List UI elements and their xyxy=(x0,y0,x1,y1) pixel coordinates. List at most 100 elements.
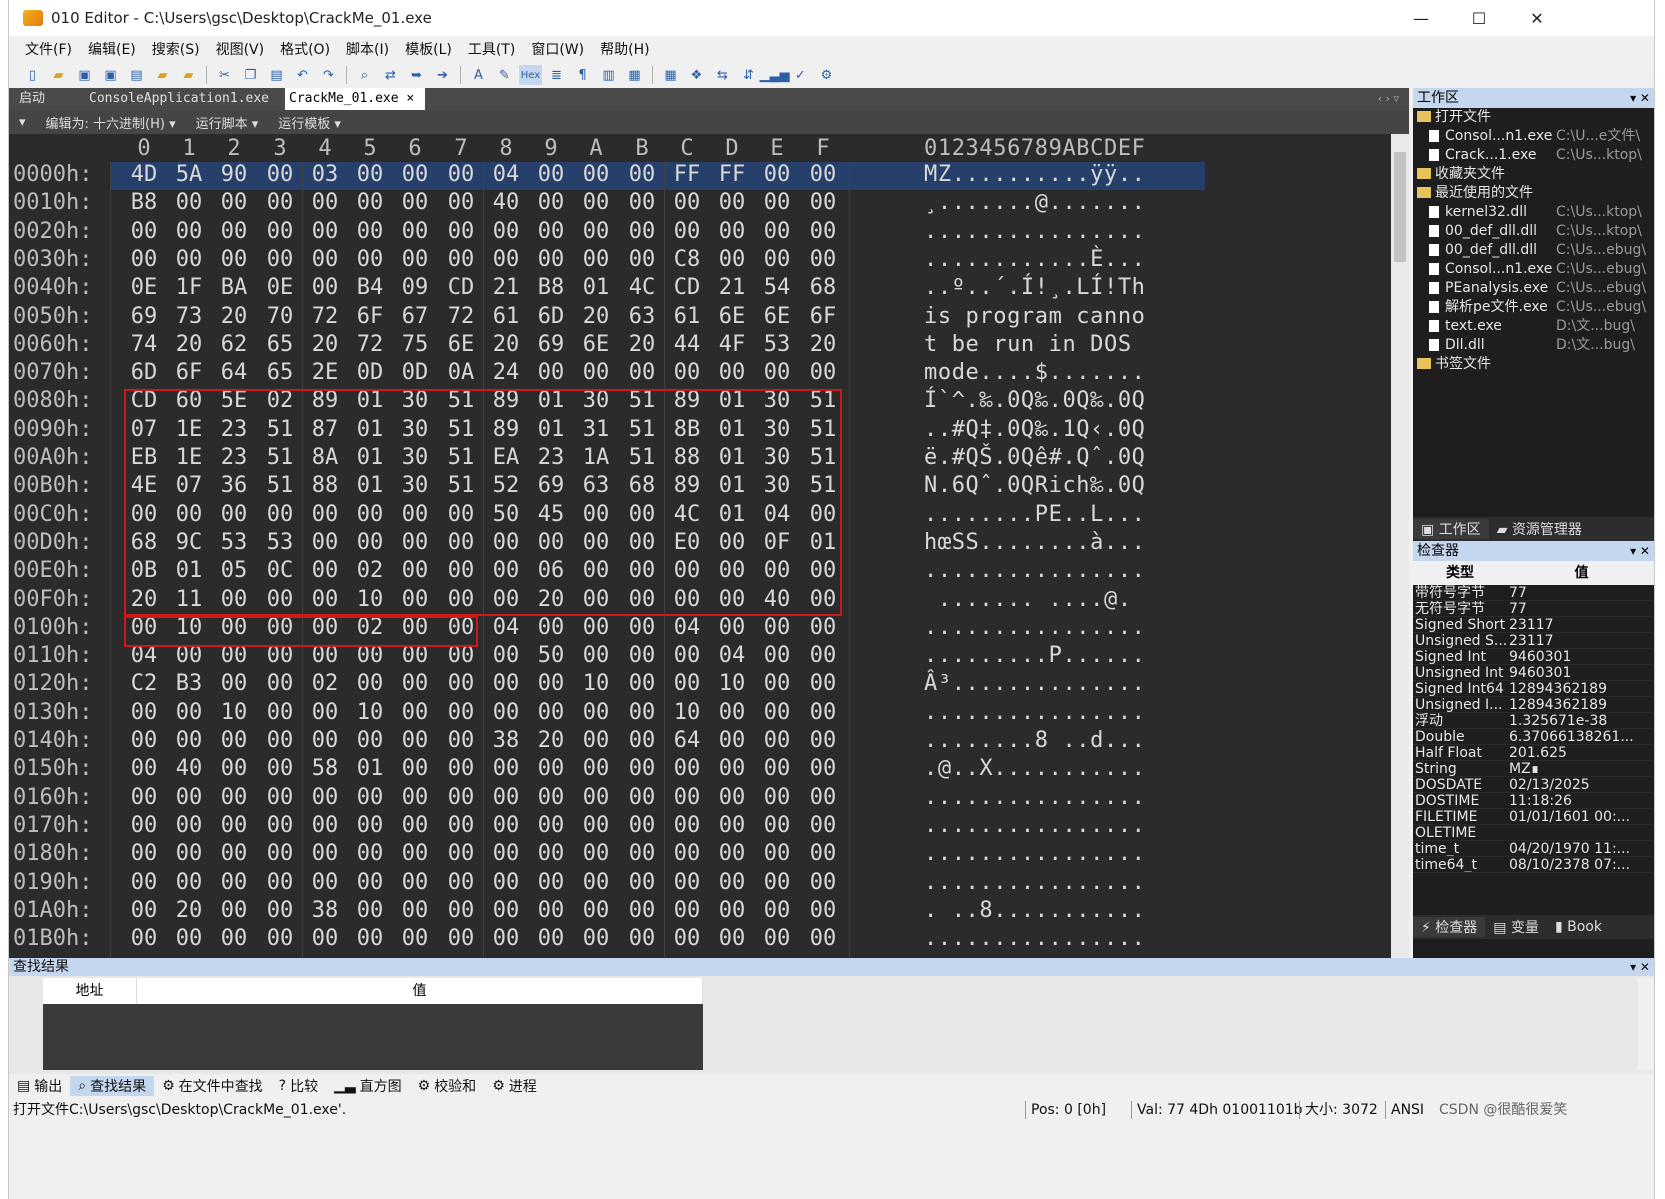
hex-byte[interactable]: BA xyxy=(211,275,257,300)
columns-icon[interactable]: ▥ xyxy=(597,65,620,85)
tree-bookmarks[interactable]: 书签文件 xyxy=(1413,355,1654,374)
tab-compare[interactable]: ? 比较 xyxy=(271,1076,326,1096)
tab-checksum[interactable]: ⚙ 校验和 xyxy=(410,1076,485,1096)
hex-byte[interactable]: 20 xyxy=(573,304,619,329)
open-folder-icon[interactable]: ▰ xyxy=(177,65,200,85)
hex-byte[interactable]: 00 xyxy=(302,700,348,725)
hex-byte[interactable]: 00 xyxy=(619,615,665,640)
hex-byte[interactable]: 00 xyxy=(438,870,484,895)
hex-byte[interactable]: 00 xyxy=(754,162,800,187)
hex-byte[interactable]: 00 xyxy=(619,785,665,810)
tree-open-files[interactable]: 打开文件 xyxy=(1413,108,1654,127)
hex-mode-icon[interactable]: Hex xyxy=(519,65,542,85)
hex-byte[interactable]: CD xyxy=(664,275,710,300)
tree-file-item[interactable]: 解析pe文件.exe C:\Us...ebug\ xyxy=(1413,298,1654,317)
hex-byte[interactable]: 00 xyxy=(619,643,665,668)
minimize-button[interactable]: — xyxy=(1392,0,1450,36)
inspector-panel-controls[interactable]: ▾ ✕ xyxy=(1630,541,1650,561)
run-template-dropdown[interactable]: 运行模板 ▾ xyxy=(268,113,351,132)
hex-byte[interactable]: 00 xyxy=(392,841,438,866)
hex-byte[interactable]: 21 xyxy=(483,275,529,300)
hex-byte[interactable]: 04 xyxy=(709,643,755,668)
hex-byte[interactable]: 38 xyxy=(483,728,529,753)
hex-byte[interactable]: 00 xyxy=(302,785,348,810)
ascii-text[interactable]: Í`^.‰.0Q‰.0Q‰.0Q xyxy=(924,388,1146,413)
menu-file[interactable]: 文件(F) xyxy=(17,39,80,59)
hex-byte[interactable]: 00 xyxy=(166,700,212,725)
save-all-icon[interactable]: ▤ xyxy=(125,65,148,85)
hex-byte[interactable]: 00 xyxy=(392,671,438,696)
ascii-text[interactable]: t be run in DOS xyxy=(924,332,1146,357)
find-results-scrollbar[interactable] xyxy=(1638,978,1654,1070)
hex-byte[interactable]: 00 xyxy=(166,219,212,244)
hex-byte[interactable]: 00 xyxy=(392,870,438,895)
hex-row[interactable]: 0180h: 00 00 00 00 00 00 00 00 00 00 00 00 00 00 00 00..… xyxy=(9,841,1391,869)
hex-byte[interactable]: 00 xyxy=(483,926,529,951)
hex-byte[interactable]: 00 xyxy=(438,785,484,810)
hex-byte[interactable]: 00 xyxy=(664,870,710,895)
hex-byte[interactable]: 00 xyxy=(709,756,755,781)
hex-byte[interactable]: 00 xyxy=(709,841,755,866)
hex-byte[interactable]: 00 xyxy=(121,870,167,895)
hex-byte[interactable]: 00 xyxy=(800,162,846,187)
ascii-text[interactable]: ................ xyxy=(924,813,1146,838)
tab-find-in-files[interactable]: ⚙ 在文件中查找 xyxy=(154,1076,271,1096)
inspector-row[interactable]: Unsigned I... 12894362189 xyxy=(1413,697,1654,713)
base-converter-icon[interactable]: ⚙ xyxy=(815,65,838,85)
hex-byte[interactable]: 00 xyxy=(166,926,212,951)
hex-byte[interactable]: 50 xyxy=(528,643,574,668)
hex-byte[interactable]: 02 xyxy=(302,671,348,696)
hex-byte[interactable]: 0D xyxy=(347,360,393,385)
hex-byte[interactable]: 00 xyxy=(257,813,303,838)
tab-variables[interactable]: ▤ 变量 xyxy=(1485,917,1547,937)
hex-byte[interactable]: 20 xyxy=(302,332,348,357)
hex-byte[interactable]: 03 xyxy=(302,162,348,187)
hex-byte[interactable]: 21 xyxy=(709,275,755,300)
hex-byte[interactable]: 58 xyxy=(302,756,348,781)
tab-crackme[interactable]: CrackMe_01.exe × xyxy=(285,88,425,110)
hex-byte[interactable]: 00 xyxy=(528,190,574,215)
hex-byte[interactable]: 6E xyxy=(438,332,484,357)
hex-byte[interactable]: 54 xyxy=(754,275,800,300)
hex-byte[interactable]: 00 xyxy=(754,643,800,668)
hex-byte[interactable]: 00 xyxy=(754,870,800,895)
hex-byte[interactable]: 00 xyxy=(166,870,212,895)
ascii-text[interactable]: ................ xyxy=(924,700,1146,725)
hex-byte[interactable]: 00 xyxy=(302,926,348,951)
hex-byte[interactable]: 00 xyxy=(483,247,529,272)
hex-row[interactable]: 0060h: 74 20 62 65 20 72 75 6E 20 69 6E 20 44 4F 53 20 t … xyxy=(9,332,1391,360)
hex-byte[interactable]: 00 xyxy=(619,671,665,696)
hex-byte[interactable]: 6F xyxy=(347,304,393,329)
hex-byte[interactable]: 00 xyxy=(709,700,755,725)
menu-edit[interactable]: 编辑(E) xyxy=(80,39,144,59)
hex-byte[interactable]: 6E xyxy=(709,304,755,329)
hex-byte[interactable]: 00 xyxy=(664,671,710,696)
save-icon[interactable]: ▣ xyxy=(73,65,96,85)
hex-byte[interactable]: 00 xyxy=(800,813,846,838)
find-panel-controls[interactable]: ▾ ✕ xyxy=(1630,958,1650,976)
inspector-row[interactable]: 无符号字节 77 xyxy=(1413,601,1654,617)
text-mode-icon[interactable]: ≣ xyxy=(545,65,568,85)
hex-byte[interactable]: 00 xyxy=(573,728,619,753)
menu-template[interactable]: 模板(L) xyxy=(397,39,460,59)
ascii-text[interactable]: . ..8........... xyxy=(924,898,1146,923)
inspector-row[interactable]: Signed Short 23117 xyxy=(1413,617,1654,633)
run-script-dropdown[interactable]: 运行脚本 ▾ xyxy=(186,113,269,132)
hex-byte[interactable]: 00 xyxy=(754,813,800,838)
hex-row[interactable]: 0040h: 0E 1F BA 0E 00 B4 09 CD 21 B8 01 4C CD 21 54 68..… xyxy=(9,275,1391,303)
status-encoding[interactable]: ANSI xyxy=(1391,1098,1424,1122)
hex-byte[interactable]: 00 xyxy=(121,898,167,923)
hex-byte[interactable]: 00 xyxy=(121,813,167,838)
hex-byte[interactable]: C8 xyxy=(664,247,710,272)
hex-byte[interactable]: 00 xyxy=(800,926,846,951)
hex-byte[interactable]: 10 xyxy=(573,671,619,696)
close-file-icon[interactable]: ▰ xyxy=(151,65,174,85)
ascii-text[interactable]: ................ xyxy=(924,615,1146,640)
hex-byte[interactable]: 10 xyxy=(211,700,257,725)
hex-byte[interactable]: 00 xyxy=(392,247,438,272)
hex-byte[interactable]: 00 xyxy=(800,360,846,385)
hex-byte[interactable]: 00 xyxy=(528,813,574,838)
hex-byte[interactable]: 65 xyxy=(257,332,303,357)
hex-byte[interactable]: 00 xyxy=(166,841,212,866)
hex-row[interactable]: 0000h: 4D 5A 90 00 03 00 00 00 04 00 00 00 FF FF 00 00 MZ… xyxy=(9,162,1391,190)
